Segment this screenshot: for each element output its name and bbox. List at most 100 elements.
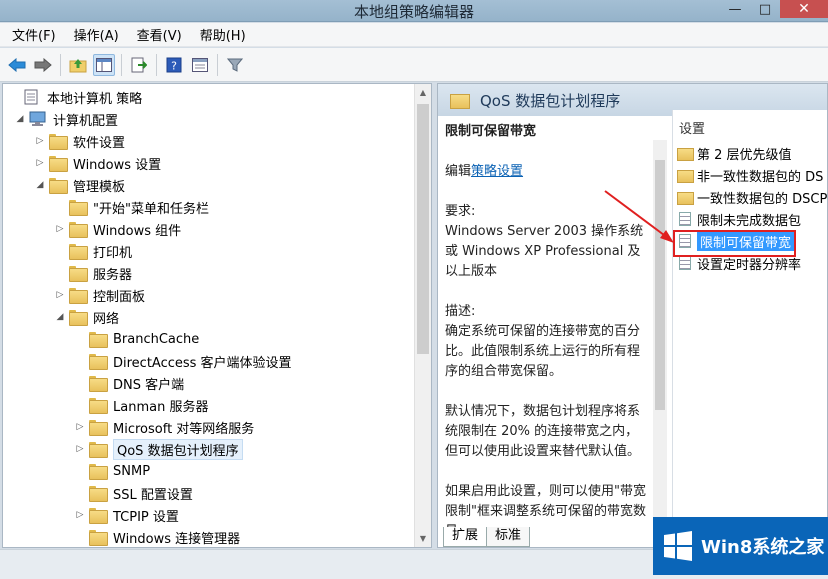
window-title: 本地组策略编辑器 xyxy=(353,3,474,21)
expand-icon[interactable]: ▷ xyxy=(33,136,47,146)
expand-icon[interactable]: ▷ xyxy=(73,444,87,454)
folder-icon xyxy=(89,420,108,436)
collapse-icon[interactable]: ◢ xyxy=(33,180,47,190)
menu-bar: 文件(F) 操作(A) 查看(V) 帮助(H) xyxy=(0,23,828,47)
tree-item-label: QoS 数据包计划程序 xyxy=(113,438,243,460)
tree-item[interactable]: ▷ Windows 组件 xyxy=(53,218,181,240)
properties-icon[interactable] xyxy=(189,54,211,76)
setting-item[interactable]: 限制未完成数据包 xyxy=(677,208,801,230)
tree-item-label: "开始"菜单和任务栏 xyxy=(93,201,209,217)
tree-item[interactable]: SNMP xyxy=(73,460,150,482)
desc-p2: 默认情况下，数据包计划程序将系统限制在 20% 的连接带宽之内，但可以使用此设置… xyxy=(445,404,641,459)
tree-item-label: DirectAccess 客户端体验设置 xyxy=(113,355,292,371)
expand-icon[interactable]: ▷ xyxy=(33,158,47,168)
expand-icon[interactable]: ▷ xyxy=(53,224,67,234)
scroll-down-icon[interactable]: ▼ xyxy=(415,530,431,547)
tree-item[interactable]: ▷ Windows 设置 xyxy=(33,152,161,174)
setting-item[interactable]: 非一致性数据包的 DS xyxy=(677,164,823,186)
folder-icon xyxy=(49,178,68,194)
tree-item-label: 软件设置 xyxy=(73,135,126,151)
policy-settings-link[interactable]: 策略设置 xyxy=(471,164,523,179)
export-icon[interactable] xyxy=(128,54,150,76)
minimize-button[interactable]: — xyxy=(720,0,750,18)
collapse-icon[interactable]: ◢ xyxy=(53,312,67,322)
tree-item[interactable]: ◢ 计算机配置 xyxy=(13,108,118,130)
close-button[interactable]: ✕ xyxy=(780,0,828,18)
tree-item[interactable]: ▷ QoS 数据包计划程序 xyxy=(73,438,243,460)
tree-item-label: DNS 客户端 xyxy=(113,377,185,393)
tree-item[interactable]: "开始"菜单和任务栏 xyxy=(53,196,209,218)
tree-item-label: 本地计算机 策略 xyxy=(47,91,143,107)
back-icon[interactable] xyxy=(6,54,28,76)
folder-icon xyxy=(89,398,108,414)
watermark-text: Win8系统之家 xyxy=(701,537,825,558)
desc-p1: 确定系统可保留的连接带宽的百分比。此值限制系统上运行的所有程序的组合带宽保留。 xyxy=(445,324,641,379)
forward-icon[interactable] xyxy=(32,54,54,76)
settings-column-header[interactable]: 设置 xyxy=(679,118,705,137)
setting-label: 非一致性数据包的 DS xyxy=(697,169,824,185)
setting-label: 第 2 层优先级值 xyxy=(697,147,792,163)
setting-item[interactable]: 第 2 层优先级值 xyxy=(677,142,792,164)
folder-icon xyxy=(677,147,694,161)
expand-icon[interactable]: ▷ xyxy=(73,422,87,432)
tree-item[interactable]: Lanman 服务器 xyxy=(73,394,208,416)
collapse-icon[interactable]: ◢ xyxy=(13,114,27,124)
tree-item-label: Lanman 服务器 xyxy=(113,399,209,415)
tree-item-label: 打印机 xyxy=(93,245,133,261)
tree-item[interactable]: ▷ 软件设置 xyxy=(33,130,125,152)
tree-item[interactable]: 本地计算机 策略 xyxy=(7,86,142,108)
tree-item-label: Windows 连接管理器 xyxy=(113,531,241,547)
maximize-button[interactable]: □ xyxy=(750,0,780,18)
settings-list: 设置 第 2 层优先级值非一致性数据包的 DS 一致性数据包的 DSCP 限制未完成… xyxy=(672,110,827,547)
tree-item[interactable]: BranchCache xyxy=(73,328,199,350)
folder-icon xyxy=(89,442,108,458)
toolbar-separator xyxy=(121,53,122,76)
details-pane: QoS 数据包计划程序 限制可保留带宽 编辑策略设置 要求: Windows Se… xyxy=(437,83,828,548)
scroll-thumb[interactable] xyxy=(417,104,429,354)
folder-icon xyxy=(69,200,88,216)
menu-help[interactable]: 帮助(H) xyxy=(194,25,258,44)
tab-standard[interactable]: 标准 xyxy=(486,527,531,547)
expand-icon[interactable]: ▷ xyxy=(73,510,87,520)
tree-item-label: 管理模板 xyxy=(73,179,126,195)
tree-item[interactable]: DirectAccess 客户端体验设置 xyxy=(73,350,292,372)
details-header-title: QoS 数据包计划程序 xyxy=(480,91,621,110)
tree-item[interactable]: SSL 配置设置 xyxy=(73,482,193,504)
folder-icon xyxy=(89,376,108,392)
tree-item-label: SNMP xyxy=(113,463,151,479)
folder-icon xyxy=(69,288,88,304)
edit-line: 编辑策略设置 xyxy=(445,162,650,182)
title-bar: 本地组策略编辑器 — □ ✕ xyxy=(0,0,828,22)
tree-item[interactable]: ▷ Microsoft 对等网络服务 xyxy=(73,416,254,438)
folder-icon xyxy=(69,310,88,326)
help-icon[interactable]: ? xyxy=(163,54,185,76)
tree-item[interactable]: Windows 连接管理器 xyxy=(73,526,241,547)
folder-icon xyxy=(677,169,694,183)
menu-action[interactable]: 操作(A) xyxy=(68,25,131,44)
computer-icon xyxy=(29,111,46,126)
tree-item[interactable]: ◢ 网络 xyxy=(53,306,119,328)
tree-scrollbar[interactable]: ▲ ▼ xyxy=(414,84,431,547)
tab-extended[interactable]: 扩展 xyxy=(443,527,488,547)
setting-item[interactable]: 一致性数据包的 DSCP xyxy=(677,186,827,208)
filter-icon[interactable] xyxy=(224,54,246,76)
tree-item[interactable]: 服务器 xyxy=(53,262,132,284)
tree-pane[interactable]: 本地计算机 策略 ◢ 计算机配置 ▷ 软件设置 ▷ Windows 设置 ◢ 管理模板 "开始"菜… xyxy=(2,83,432,548)
folder-icon xyxy=(69,222,88,238)
view-tabs: 扩展 标准 xyxy=(443,527,531,547)
menu-file[interactable]: 文件(F) xyxy=(6,25,68,44)
scroll-up-icon[interactable]: ▲ xyxy=(415,84,431,101)
watermark: Win8系统之家 xyxy=(653,517,828,575)
policy-setting-icon xyxy=(679,256,691,270)
menu-view[interactable]: 查看(V) xyxy=(131,25,194,44)
folder-icon xyxy=(89,486,108,502)
up-folder-icon[interactable] xyxy=(67,54,89,76)
show-tree-icon[interactable] xyxy=(93,53,115,76)
tree-item-label: Windows 组件 xyxy=(93,223,182,239)
tree-item[interactable]: ▷ TCPIP 设置 xyxy=(73,504,179,526)
tree-item[interactable]: ◢ 管理模板 xyxy=(33,174,125,196)
expand-icon[interactable]: ▷ xyxy=(53,290,67,300)
tree-item[interactable]: 打印机 xyxy=(53,240,132,262)
tree-item[interactable]: DNS 客户端 xyxy=(73,372,184,394)
tree-item[interactable]: ▷ 控制面板 xyxy=(53,284,145,306)
